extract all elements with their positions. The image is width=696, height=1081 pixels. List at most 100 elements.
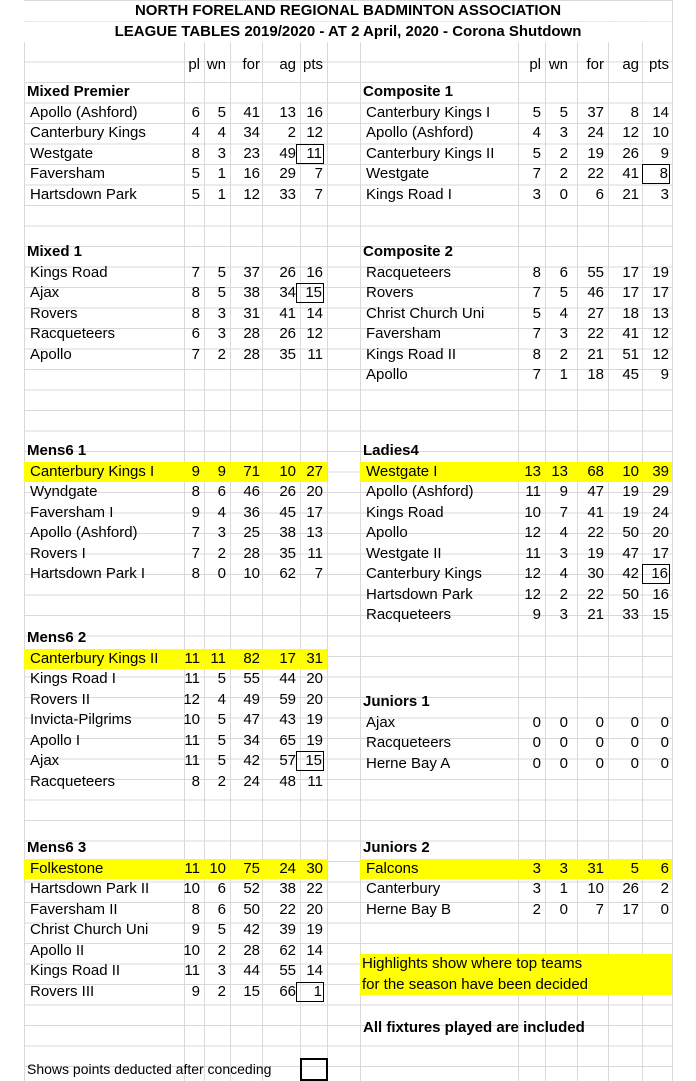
- team-name: Westgate: [366, 165, 430, 182]
- standings-row: Kings Road II 11 3 44 55 14: [24, 961, 327, 981]
- standings-row: Hartsdown Park I 8 0 10 62 7: [24, 564, 327, 584]
- stat-for: 19: [587, 544, 604, 562]
- stat-pts: 9: [660, 366, 669, 383]
- team-name: Apollo: [366, 366, 408, 383]
- team-name: Canterbury Kings I: [366, 103, 491, 121]
- standings-row: Canterbury Kings 12 4 30 42 16: [360, 564, 672, 584]
- team-name: Kings Road I: [366, 185, 452, 203]
- stat-for: 28: [243, 345, 260, 363]
- stat-pts: 15: [652, 606, 669, 623]
- team-name: Westgate: [30, 144, 94, 162]
- team-name: Rovers: [30, 304, 78, 322]
- team-name: Racqueteers: [366, 606, 452, 623]
- stat-pts: 16: [306, 103, 323, 121]
- team-name: Hartsdown Park: [366, 585, 473, 603]
- stat-pts: 14: [652, 103, 669, 121]
- stat-for: 50: [243, 900, 260, 918]
- stat-wn: 5: [217, 103, 226, 121]
- team-name: Invicta-Pilgrims: [30, 711, 132, 728]
- stat-for: 42: [243, 921, 260, 938]
- stat-pts: 29: [652, 483, 669, 500]
- stat-pts: 0: [660, 713, 669, 731]
- team-name: Hartsdown Park: [30, 185, 137, 203]
- standings-row: Herne Bay B 2 0 7 17 0: [360, 900, 672, 920]
- stat-for: 23: [243, 144, 260, 162]
- stat-for: 31: [243, 304, 260, 322]
- stat-for: 0: [595, 713, 604, 731]
- league-section-title: Juniors 2: [363, 839, 430, 856]
- team-name: Faversham I: [30, 503, 114, 521]
- stat-wn: 4: [559, 565, 568, 582]
- stat-pts: 7: [314, 185, 323, 203]
- stat-for: 42: [243, 752, 260, 769]
- league-section-title: Composite 2: [363, 243, 454, 260]
- team-name: Apollo (Ashford): [366, 124, 474, 141]
- stat-wn: 1: [559, 366, 568, 383]
- stat-pts: 14: [306, 304, 323, 322]
- league-section-title: Juniors 1: [363, 693, 430, 710]
- team-name: Folkestone: [30, 859, 104, 877]
- stat-for: 75: [243, 859, 260, 877]
- stat-for: 7: [595, 900, 604, 918]
- standings-row: Canterbury 3 1 10 26 2: [360, 879, 672, 899]
- stat-pts: 9: [660, 144, 669, 162]
- team-name: Apollo: [30, 345, 72, 363]
- stat-pts: 11: [307, 772, 323, 790]
- stat-wn: 7: [559, 503, 568, 521]
- stat-ag: 49: [279, 144, 296, 162]
- standings-row: Hartsdown Park II 10 6 52 38 22: [24, 879, 327, 899]
- stat-wn: 2: [217, 941, 226, 959]
- stat-wn: 0: [559, 734, 568, 751]
- stat-pts: 6: [660, 859, 669, 877]
- team-name: Christ Church Uni: [30, 921, 149, 938]
- standings-row: Apollo 7 1 18 45 9: [360, 365, 672, 385]
- standings-row: Christ Church Uni 5 4 27 18 13: [360, 304, 672, 324]
- stat-pts: 19: [652, 263, 669, 281]
- standings-row: Canterbury Kings I 5 5 37 8 14: [360, 103, 672, 123]
- association-title: NORTH FORELAND REGIONAL BADMINTON ASSOCI…: [24, 1, 672, 21]
- stat-for: 55: [243, 670, 260, 687]
- team-name: Faversham II: [30, 900, 118, 918]
- standings-row: Kings Road I 11 5 55 44 20: [24, 669, 327, 689]
- standings-row: Canterbury Kings II 5 2 19 26 9: [360, 144, 672, 164]
- stat-for: 22: [587, 165, 604, 182]
- stat-for: 82: [243, 649, 260, 667]
- highlight-note-line1: Highlights show where top teams: [362, 955, 583, 972]
- stat-wn: 3: [217, 524, 226, 541]
- standings-row: Kings Road II 8 2 21 51 12: [360, 345, 672, 365]
- stat-wn: 0: [217, 565, 226, 582]
- stat-pts: 24: [652, 503, 669, 521]
- stat-pts: 15: [296, 283, 324, 303]
- stat-for: 28: [243, 941, 260, 959]
- stat-pts: 16: [306, 263, 323, 281]
- stat-pts: 0: [660, 754, 669, 772]
- stat-wn: 0: [559, 713, 568, 731]
- standings-row: Ajax 8 5 38 34 15: [24, 283, 327, 303]
- standings-row: Racqueteers 9 3 21 33 15: [360, 605, 672, 625]
- stat-pts: 0: [660, 900, 669, 918]
- stat-wn: 9: [217, 462, 226, 480]
- team-name: Canterbury Kings: [30, 124, 146, 141]
- stat-for: 28: [243, 325, 260, 342]
- right-column-header-wn: wn: [548, 56, 568, 73]
- stat-for: 71: [243, 462, 260, 480]
- stat-wn: 2: [559, 165, 568, 182]
- standings-row: Apollo (Ashford) 6 5 41 13 16: [24, 103, 327, 123]
- team-name: Ajax: [30, 284, 60, 301]
- stat-for: 10: [587, 880, 604, 897]
- deducted-points-legend: Shows points deducted after conceding: [27, 1061, 272, 1077]
- stat-pts: 19: [306, 731, 323, 749]
- stat-for: 30: [587, 565, 604, 582]
- stat-pts: 17: [652, 544, 669, 562]
- league-section-title: Mixed Premier: [27, 83, 130, 100]
- team-name: Canterbury Kings II: [30, 649, 159, 667]
- stat-pts: 30: [306, 859, 323, 877]
- stat-pts: 14: [306, 962, 323, 979]
- standings-row: Rovers III 9 2 15 66 1: [24, 981, 327, 1002]
- stat-for: 15: [243, 982, 260, 1000]
- stat-pts: 19: [306, 921, 323, 938]
- standings-row: Racqueteers 0 0 0 0 0: [360, 733, 672, 753]
- team-name: Kings Road II: [366, 345, 457, 363]
- stat-pts: 12: [652, 325, 669, 342]
- standings-row: Westgate 8 3 23 49 11: [24, 143, 327, 164]
